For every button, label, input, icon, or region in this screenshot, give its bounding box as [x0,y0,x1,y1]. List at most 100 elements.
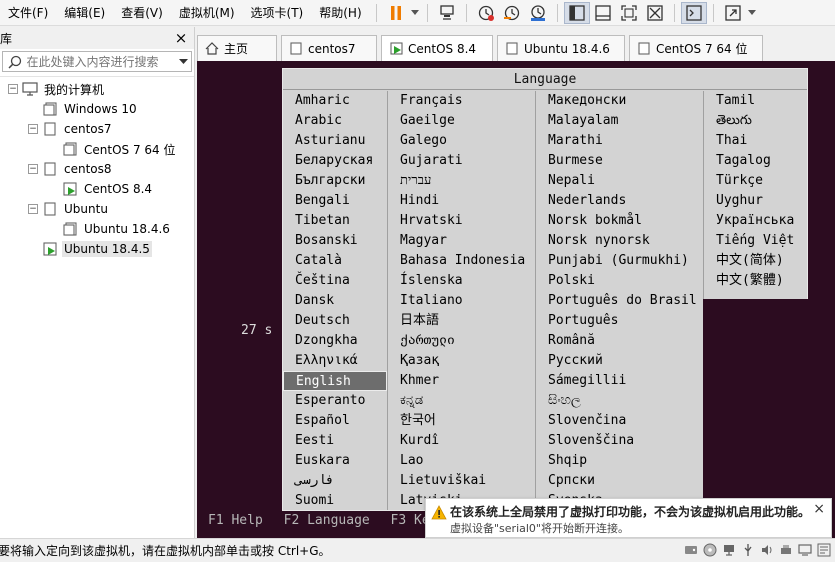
language-option[interactable]: Bengali [283,191,387,211]
language-option[interactable]: Ελληνικά [283,351,387,371]
menu-tabs[interactable]: 选项卡(T) [243,2,312,24]
language-option[interactable]: Română [536,331,703,351]
unity-mode-icon[interactable] [642,2,668,24]
tree-item-vm[interactable]: CentOS 7 64 位 [0,139,194,159]
language-option[interactable]: Español [283,411,387,431]
language-option[interactable]: ಕನ್ನಡ [388,391,535,411]
language-option[interactable]: Burmese [536,151,703,171]
tree-item-vm[interactable]: Windows 10 [0,99,194,119]
language-option[interactable]: Khmer [388,371,535,391]
tree-item-my-computer[interactable]: − 我的计算机 [0,79,194,99]
language-option[interactable]: Українська [704,211,807,231]
language-option[interactable]: Shqip [536,451,703,471]
language-option[interactable]: Tibetan [283,211,387,231]
tree-item-vm-running[interactable]: Ubuntu 18.4.5 [0,239,194,259]
console-view-icon[interactable] [680,1,707,24]
language-option[interactable]: עברית [388,171,535,191]
search-input[interactable] [26,54,177,69]
language-option[interactable]: Norsk bokmål [536,211,703,231]
tab-vm-active[interactable]: CentOS 8.4 [381,35,493,61]
vm-console[interactable]: Language Amharic Arabic Asturianu Беларуска… [197,61,835,538]
language-option[interactable]: Lietuviškai [388,471,535,491]
pause-icon[interactable] [383,2,409,24]
hard-disk-icon[interactable] [684,543,698,557]
menu-edit[interactable]: 编辑(E) [56,2,113,24]
language-option[interactable]: Čeština [283,271,387,291]
language-option[interactable]: Dansk [283,291,387,311]
language-option[interactable]: Slovenščina [536,431,703,451]
language-option[interactable]: Euskara [283,451,387,471]
language-option[interactable]: සිංහල [536,391,703,411]
tab-vm[interactable]: CentOS 7 64 位 [629,35,763,61]
language-option[interactable]: Қазақ [388,351,535,371]
language-option[interactable]: Tiếng Việt [704,231,807,251]
chevron-down-icon[interactable] [409,2,421,24]
language-option[interactable]: Gujarati [388,151,535,171]
menu-view[interactable]: 查看(V) [113,2,171,24]
language-option[interactable]: Hrvatski [388,211,535,231]
language-option[interactable]: Türkçe [704,171,807,191]
message-log-icon[interactable] [817,543,831,557]
language-option[interactable]: ქართული [388,331,535,351]
language-option[interactable]: 中文(繁體) [704,271,807,291]
printer-icon[interactable] [779,543,793,557]
language-option[interactable]: Български [283,171,387,191]
language-option[interactable]: Català [283,251,387,271]
menu-vm[interactable]: 虚拟机(M) [171,2,243,24]
tree-item-folder[interactable]: − Ubuntu [0,199,194,219]
language-option[interactable]: Nederlands [536,191,703,211]
language-option[interactable]: Norsk nynorsk [536,231,703,251]
close-icon[interactable]: × [174,30,188,46]
network-adapter-icon[interactable] [722,543,736,557]
snapshot-manager-icon[interactable] [525,2,551,24]
collapse-icon[interactable]: − [8,84,18,94]
language-option[interactable]: 한국어 [388,411,535,431]
language-option[interactable]: 日本語 [388,311,535,331]
collapse-icon[interactable]: − [28,124,38,134]
close-icon[interactable]: × [813,501,825,517]
language-option[interactable]: Lao [388,451,535,471]
language-option[interactable]: Tamil [704,91,807,111]
language-option[interactable]: Dzongkha [283,331,387,351]
language-option[interactable]: Marathi [536,131,703,151]
chevron-down-icon[interactable] [177,59,191,64]
language-option[interactable]: Nepali [536,171,703,191]
collapse-icon[interactable]: − [28,164,38,174]
language-option[interactable]: Esperanto [283,391,387,411]
snapshot-icon[interactable] [473,2,499,24]
language-option[interactable]: Thai [704,131,807,151]
language-option[interactable]: Asturianu [283,131,387,151]
language-option[interactable]: Беларуская [283,151,387,171]
language-option[interactable]: తెలుగు [704,111,807,131]
language-option[interactable]: Magyar [388,231,535,251]
language-option[interactable]: Malayalam [536,111,703,131]
menu-help[interactable]: 帮助(H) [311,2,369,24]
language-option[interactable]: Bahasa Indonesia [388,251,535,271]
language-option[interactable]: Русский [536,351,703,371]
language-option[interactable]: English [283,371,387,391]
language-option[interactable]: Amharic [283,91,387,111]
language-option[interactable]: Uyghur [704,191,807,211]
show-library-icon[interactable] [563,1,590,24]
language-option[interactable]: Italiano [388,291,535,311]
tree-item-vm-running[interactable]: CentOS 8.4 [0,179,194,199]
language-option[interactable]: Sámegillii [536,371,703,391]
collapse-icon[interactable]: − [28,204,38,214]
language-option[interactable]: Português [536,311,703,331]
language-option[interactable]: Íslenska [388,271,535,291]
library-search[interactable] [2,51,192,72]
language-option[interactable]: Tagalog [704,151,807,171]
tree-item-vm[interactable]: Ubuntu 18.4.6 [0,219,194,239]
tab-vm[interactable]: centos7 [281,35,377,61]
usb-icon[interactable] [741,543,755,557]
language-option[interactable]: Português do Brasil [536,291,703,311]
revert-snapshot-icon[interactable] [499,2,525,24]
stretch-icon[interactable] [720,2,746,24]
language-option[interactable]: Arabic [283,111,387,131]
language-option[interactable]: Slovenčina [536,411,703,431]
language-option[interactable]: Deutsch [283,311,387,331]
language-option[interactable]: Polski [536,271,703,291]
tree-item-folder[interactable]: − centos8 [0,159,194,179]
tab-home[interactable]: 主页 [197,35,277,61]
language-option[interactable]: 中文(简体) [704,251,807,271]
